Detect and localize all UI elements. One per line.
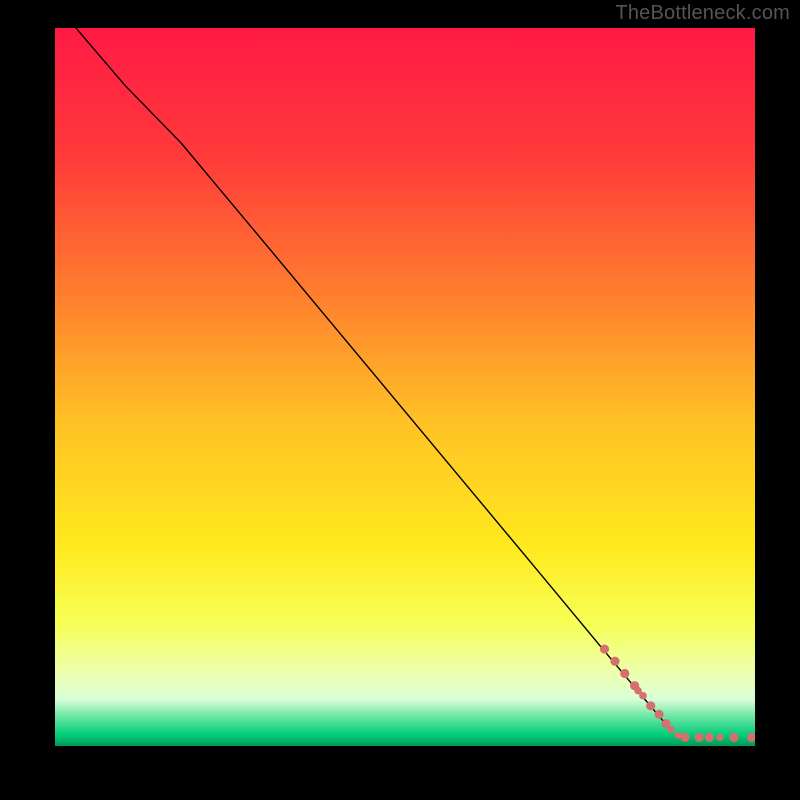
data-point: [600, 644, 609, 653]
data-point: [655, 710, 664, 719]
data-point: [680, 733, 689, 742]
data-point: [646, 701, 655, 710]
chart-container: TheBottleneck.com: [0, 0, 800, 800]
data-point: [694, 733, 703, 742]
data-point: [639, 692, 647, 700]
watermark-text: TheBottleneck.com: [615, 2, 790, 25]
gradient-background: [55, 28, 755, 746]
data-point: [716, 734, 723, 741]
plot-area: [55, 28, 755, 746]
data-point: [620, 669, 629, 678]
data-point: [667, 726, 674, 733]
data-point: [729, 733, 738, 742]
data-point: [705, 733, 714, 742]
chart-svg: [55, 28, 755, 746]
data-point: [610, 657, 619, 666]
